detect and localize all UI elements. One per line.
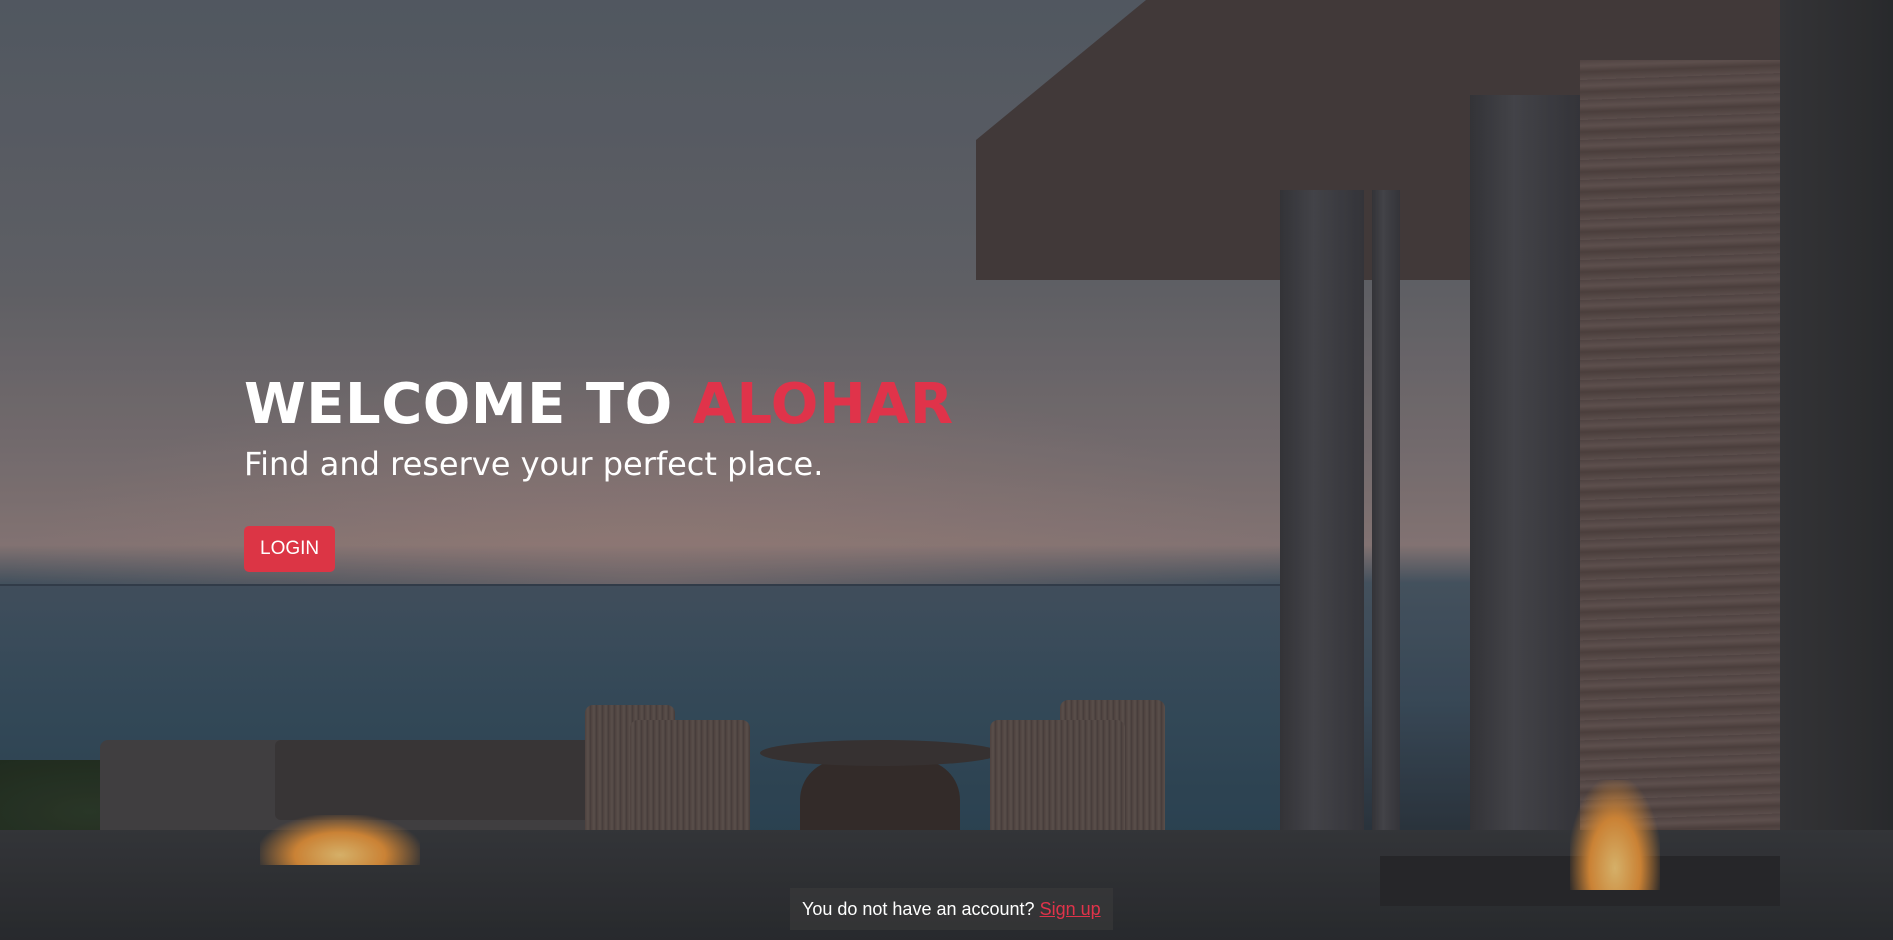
- signup-link[interactable]: Sign up: [1040, 899, 1101, 919]
- login-button[interactable]: LOGIN: [244, 526, 336, 572]
- signup-prompt: You do not have an account? Sign up: [790, 888, 1113, 930]
- hero-title-prefix: WELCOME TO: [244, 372, 693, 437]
- brand-name: ALOHAR: [692, 372, 954, 437]
- hero-title: WELCOME TO ALOHAR: [244, 370, 954, 440]
- signup-prompt-text: You do not have an account?: [802, 899, 1035, 919]
- hero-subtitle: Find and reserve your perfect place.: [244, 445, 824, 483]
- hero-section: WELCOME TO ALOHAR Find and reserve your …: [244, 370, 954, 572]
- landing-page: WELCOME TO ALOHAR Find and reserve your …: [0, 0, 1893, 940]
